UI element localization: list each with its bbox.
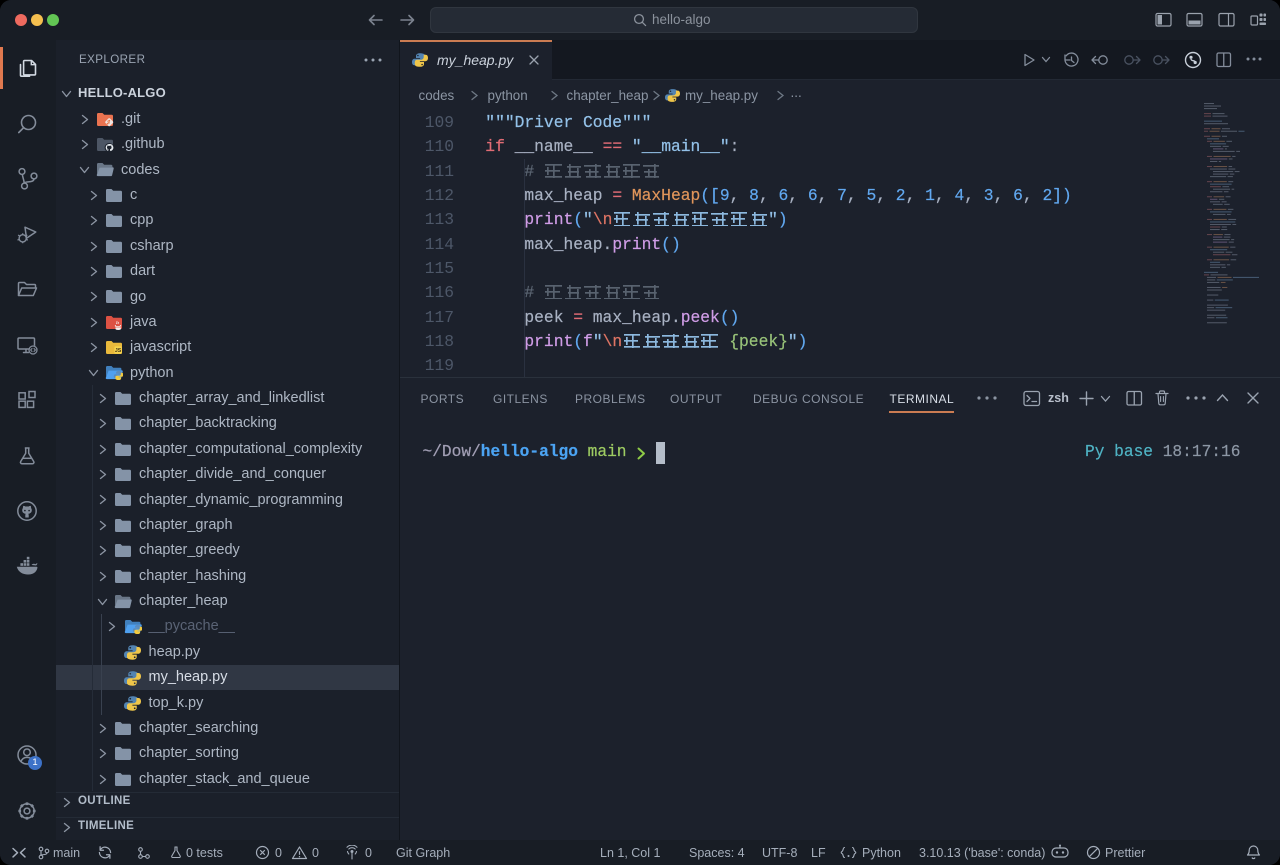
svg-text:JS: JS (115, 348, 122, 354)
